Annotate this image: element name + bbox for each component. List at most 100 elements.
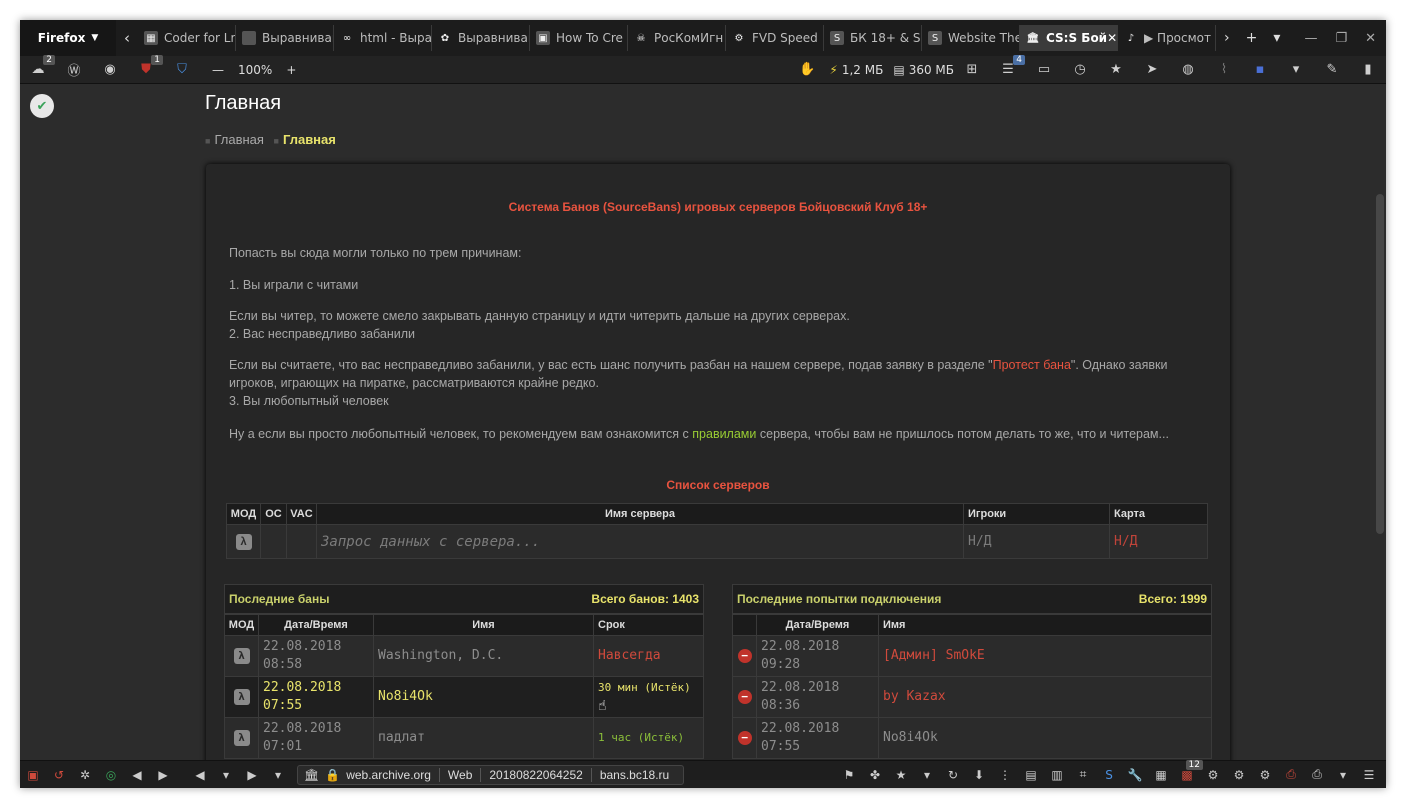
globe-icon[interactable]: ◍: [1177, 61, 1199, 79]
save-icon[interactable]: ▪: [1249, 61, 1271, 79]
forward-icon[interactable]: ▶: [153, 766, 173, 784]
new-tab-icon[interactable]: +: [1238, 30, 1266, 46]
connection-date: 22.08.2018: [761, 639, 840, 654]
tab-list-icon[interactable]: ▾: [1265, 30, 1288, 46]
nav-forward-icon[interactable]: ▶: [242, 766, 262, 784]
zoom-out-icon[interactable]: —: [212, 63, 224, 77]
gear-icon[interactable]: ⚙: [1203, 766, 1223, 784]
print-icon[interactable]: ⎙: [1307, 766, 1327, 784]
rss-icon[interactable]: ⌇: [1213, 61, 1235, 79]
screenshot-icon[interactable]: ⌗: [1073, 766, 1093, 784]
star-icon[interactable]: ★: [1105, 61, 1127, 79]
tab-label: ▶ Просмот: [1144, 31, 1212, 45]
back-icon[interactable]: ◀: [127, 766, 147, 784]
menu-dropdown-icon[interactable]: ▾: [1285, 61, 1307, 79]
tools-icon[interactable]: ✲: [75, 766, 95, 784]
restore-icon[interactable]: ❐: [1335, 31, 1347, 46]
shield-check-icon[interactable]: ⛉: [171, 61, 193, 79]
tab-align-2[interactable]: ✿ Выравниван: [432, 25, 530, 51]
reader-icon[interactable]: ▭: [1033, 61, 1055, 79]
url-crumb[interactable]: 20180822064252: [480, 767, 590, 782]
tab-roskom[interactable]: ☠ РосКомИгн: [628, 25, 726, 51]
hand-icon[interactable]: ✋: [796, 61, 818, 79]
url-bar[interactable]: 🏛 🔒 web.archive.org Web 20180822064252 b…: [297, 764, 685, 785]
reload-green-icon[interactable]: ◎: [101, 766, 121, 784]
connection-row[interactable]: − 22.08.2018 08:36 by Kazax: [732, 676, 1212, 718]
undo-icon[interactable]: ↺: [49, 766, 69, 784]
skype-icon[interactable]: S: [1099, 766, 1119, 784]
connection-row[interactable]: − 22.08.2018 09:28 [Админ] SmOkE: [732, 635, 1212, 677]
color-blocks-icon[interactable]: ▦: [1151, 766, 1171, 784]
print-dropdown-icon[interactable]: ▾: [1333, 766, 1353, 784]
tab-fvd[interactable]: ⚙ FVD Speed: [726, 25, 824, 51]
tab-label: БК 18+ & Sc: [850, 31, 922, 45]
tab-scroll-right-icon[interactable]: ›: [1216, 30, 1238, 46]
hamburger-menu-icon[interactable]: ☰: [1359, 766, 1379, 784]
ban-row[interactable]: λ 22.08.2018 07:55 No8i4Ok 30 мин (Истёк)…: [224, 676, 704, 718]
tab-bk18[interactable]: S БК 18+ & Sc: [824, 25, 922, 51]
tab-label: Coder for Lr: [164, 31, 236, 45]
gear-icon[interactable]: ⚙: [1229, 766, 1249, 784]
tab-website[interactable]: S Website The: [922, 25, 1020, 51]
tab-align-1[interactable]: Выравнивани: [236, 25, 334, 51]
wordpress-icon[interactable]: Ⓦ: [63, 61, 85, 79]
ban-row[interactable]: λ 22.08.2018 08:58 Washington, D.C. Навсе…: [224, 635, 704, 677]
flag-us-icon[interactable]: ⚑: [839, 766, 859, 784]
zoom-controls: — 100% +: [212, 63, 296, 77]
server-row[interactable]: λ Запрос данных с сервера... Н/Д Н/Д: [226, 524, 1208, 559]
ublock-icon[interactable]: ⛊ 1: [135, 54, 163, 79]
notifications-icon[interactable]: ☰ 4: [997, 54, 1025, 79]
star-icon[interactable]: ★: [891, 766, 911, 784]
tab-css-active[interactable]: 🏛 CS:S Бой ✕: [1020, 25, 1118, 51]
ban-protest-link[interactable]: Протест бана: [993, 358, 1071, 372]
last-bans-title: Последние баны: [229, 592, 330, 606]
system-title: Система Банов (SourceBans) игровых серве…: [508, 200, 928, 214]
tab-label: Website The: [948, 31, 1020, 45]
tab-view[interactable]: ♪ ▶ Просмот: [1118, 25, 1216, 51]
clipboard-icon[interactable]: ▤: [1021, 766, 1041, 784]
close-icon[interactable]: ✕: [1107, 31, 1117, 45]
wrench-icon[interactable]: 🔧: [1125, 766, 1145, 784]
weather-icon[interactable]: ☁ 2: [27, 54, 55, 79]
download-icon[interactable]: ⬇: [969, 766, 989, 784]
nav-back-icon[interactable]: ◀: [190, 766, 210, 784]
grid-icon[interactable]: ⊞: [961, 61, 983, 79]
breadcrumb-home-link[interactable]: Главная: [214, 132, 263, 147]
pen-icon[interactable]: ✎: [1321, 61, 1343, 79]
clipboard-alt-icon[interactable]: ▥: [1047, 766, 1067, 784]
rules-link[interactable]: правилами: [692, 427, 756, 441]
bookmark-icon[interactable]: ▮: [1357, 61, 1379, 79]
ban-row[interactable]: λ 22.08.2018 07:01 падлат 1 час (Истёк): [224, 717, 704, 759]
connection-row[interactable]: − 22.08.2018 07:55 No8i4Ok: [732, 717, 1212, 759]
nav-forward-dropdown-icon[interactable]: ▾: [268, 766, 288, 784]
calendar-badge: 12: [1185, 759, 1203, 770]
zoom-level[interactable]: 100%: [238, 63, 272, 77]
last-connections-table: Дата/Время Имя − 22.08.2018 09:28 [Админ]…: [732, 614, 1212, 759]
glasses-icon: ∞: [342, 32, 352, 44]
window-close-icon[interactable]: ✕: [1365, 31, 1376, 46]
tab-html[interactable]: ∞ html - Выра: [334, 25, 432, 51]
cookie-icon[interactable]: ◉: [99, 61, 121, 79]
tab-howto[interactable]: ▣ How To Cre: [530, 25, 628, 51]
tab-scroll-left-icon[interactable]: ‹: [116, 29, 138, 47]
dropdown-icon[interactable]: ▾: [917, 766, 937, 784]
close-red-icon[interactable]: ▣: [23, 766, 43, 784]
pdf-icon[interactable]: ⎙: [1281, 766, 1301, 784]
calendar-icon[interactable]: ▩ 12: [1177, 759, 1203, 784]
firefox-menu-button[interactable]: Firefox ▼: [20, 20, 116, 56]
puzzle-icon[interactable]: ✤: [865, 766, 885, 784]
history-icon[interactable]: ◷: [1069, 61, 1091, 79]
zoom-in-icon[interactable]: +: [286, 63, 296, 77]
gear-icon[interactable]: ⚙: [1255, 766, 1275, 784]
lock-icon: 🔒: [325, 767, 341, 782]
minimize-icon[interactable]: —: [1304, 31, 1317, 46]
send-icon[interactable]: ➤: [1141, 61, 1163, 79]
refresh-icon[interactable]: ↻: [943, 766, 963, 784]
url-crumb[interactable]: Web: [438, 767, 480, 782]
page-scrollbar[interactable]: [1376, 194, 1384, 534]
memory-indicator[interactable]: ⚡ 1,2 МБ ▤ 360 МБ: [829, 63, 954, 77]
nav-back-dropdown-icon[interactable]: ▾: [216, 766, 236, 784]
tab-coder[interactable]: ▦ Coder for Lr: [138, 25, 236, 51]
url-crumb[interactable]: bans.bc18.ru: [590, 767, 677, 782]
shield-check-icon[interactable]: ✔: [30, 94, 54, 118]
